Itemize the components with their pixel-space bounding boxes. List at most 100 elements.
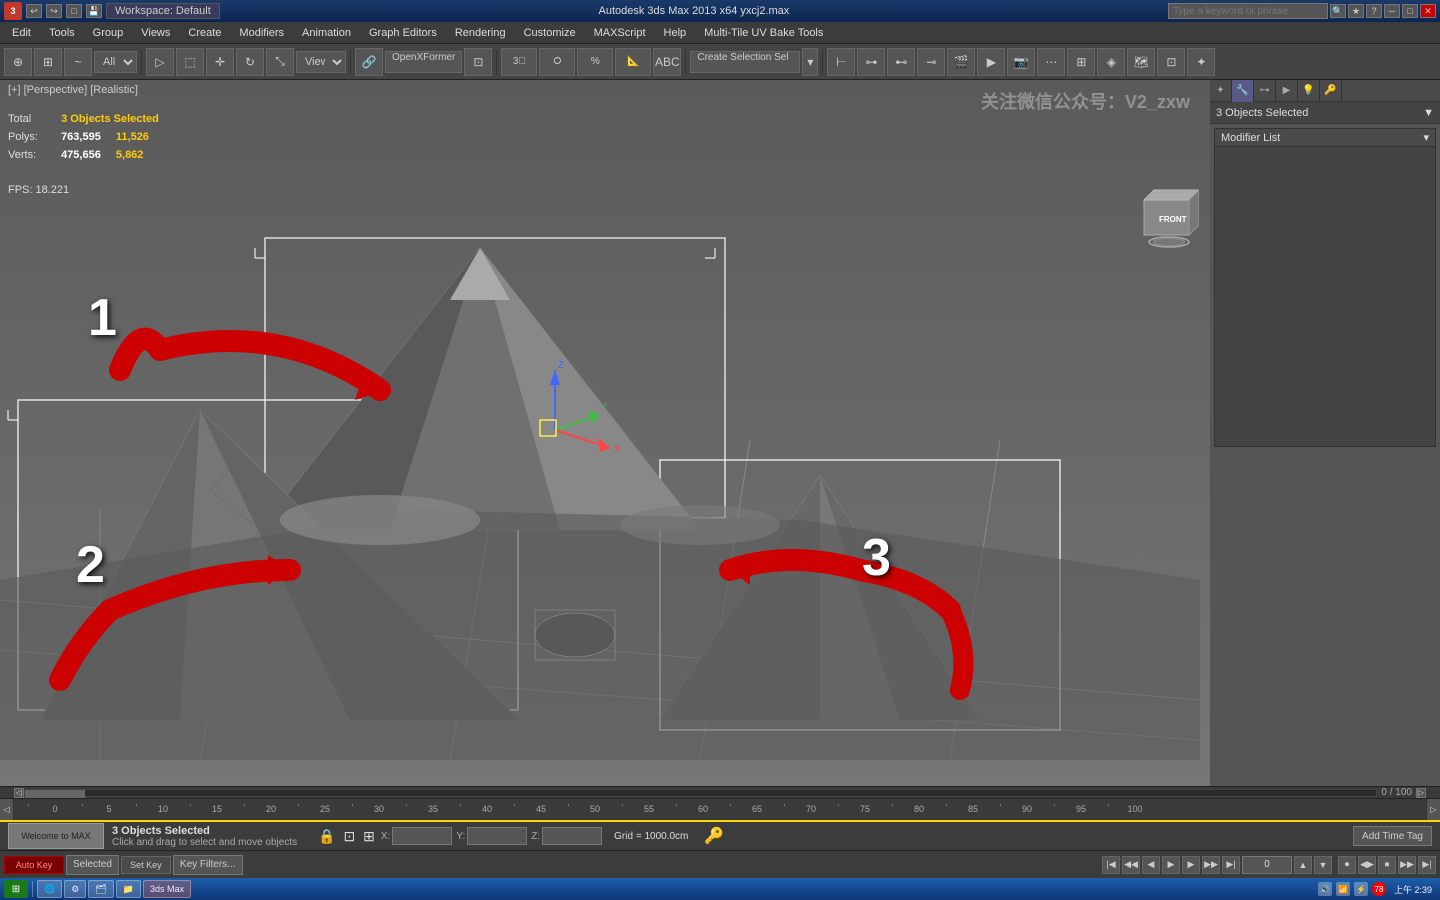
display-tab[interactable]: 💡 [1298, 80, 1320, 102]
sys-tray-icon-1[interactable]: 🔊 [1318, 882, 1332, 896]
menu-modifiers[interactable]: Modifiers [231, 25, 292, 41]
link-btn[interactable]: 🔗 [355, 48, 383, 76]
modify-tab[interactable]: 🔧 [1232, 80, 1254, 102]
notification-badge[interactable]: 78 [1372, 882, 1386, 896]
x-input[interactable] [392, 827, 452, 845]
snap-btn[interactable]: 📐 [615, 48, 651, 76]
stop-btn[interactable]: ⏹ [1378, 856, 1396, 874]
go-start-btn[interactable]: |◀ [1102, 856, 1120, 874]
go-end-btn[interactable]: ▶| [1222, 856, 1240, 874]
frame-down-btn[interactable]: ▼ [1314, 856, 1332, 874]
map-btn[interactable]: 🗺 [1127, 48, 1155, 76]
extra-btn-2[interactable]: ✦ [1187, 48, 1215, 76]
create-sel-dropdown[interactable]: ▾ [802, 48, 818, 76]
add-time-tag-btn[interactable]: Add Time Tag [1353, 826, 1432, 846]
endframe-btn[interactable]: ▶| [1418, 856, 1436, 874]
playall-btn[interactable]: ▶▶ [1398, 856, 1416, 874]
menu-views[interactable]: Views [133, 25, 178, 41]
tl-left-arrow[interactable]: ◁ [14, 788, 24, 798]
menu-edit[interactable]: Edit [4, 25, 39, 41]
menu-rendering[interactable]: Rendering [447, 25, 514, 41]
menu-group[interactable]: Group [85, 25, 132, 41]
select-mode-icon[interactable]: ⊕ [4, 48, 32, 76]
setkey-btn[interactable]: Set Key [121, 856, 171, 874]
named-sel-btn[interactable]: ABC [653, 48, 681, 76]
more-render-btns[interactable]: ⋯ [1037, 48, 1065, 76]
minimize-btn[interactable]: ─ [1384, 4, 1400, 18]
timeline-track[interactable] [24, 789, 1377, 797]
render-setup-btn[interactable]: 🎬 [947, 48, 975, 76]
ruler-left-btn[interactable]: ◁ [0, 799, 14, 821]
play-btn[interactable]: ▶ [1162, 856, 1180, 874]
prev-key-btn[interactable]: ◀◀ [1122, 856, 1140, 874]
select-region-icon[interactable]: ⊞ [34, 48, 62, 76]
y-input[interactable] [467, 827, 527, 845]
menu-animation[interactable]: Animation [294, 25, 359, 41]
pct-btn[interactable]: % [577, 48, 613, 76]
autokey-status[interactable]: Selected [66, 855, 119, 875]
modifier-list-dropdown[interactable]: Modifier List ▾ [1214, 128, 1436, 147]
menu-maxscript[interactable]: MAXScript [586, 25, 654, 41]
frame-up-btn[interactable]: ▲ [1294, 856, 1312, 874]
help-icon[interactable]: ? [1366, 4, 1382, 18]
view-dropdown[interactable]: View [296, 51, 346, 73]
openxformer-btn[interactable]: OpenXFormer [385, 51, 462, 73]
create-tab[interactable]: ✦ [1210, 80, 1232, 102]
tl-right-arrow[interactable]: ▷ [1416, 788, 1426, 798]
menu-graph-editors[interactable]: Graph Editors [361, 25, 445, 41]
rec-btn[interactable]: ⏺ [1338, 856, 1356, 874]
timeline-thumb[interactable] [25, 790, 85, 798]
taskbar-item-4[interactable]: 📁 [116, 880, 141, 898]
ruler-right-btn[interactable]: ▷ [1426, 799, 1440, 821]
workspace-label[interactable]: Workspace: Default [106, 3, 220, 19]
utilities-tab[interactable]: 🔑 [1320, 80, 1342, 102]
timeline-scrollbar[interactable]: ◁ 0 / 100 ▷ [0, 786, 1440, 798]
panel-expand-btn[interactable]: ▼ [1423, 107, 1434, 119]
search-icon[interactable]: 🔍 [1330, 4, 1346, 18]
key-filters-btn[interactable]: Key Filters... [173, 855, 243, 875]
hierarchy-tab[interactable]: ⊶ [1254, 80, 1276, 102]
xformer-icon[interactable]: ⊡ [464, 48, 492, 76]
sys-tray-icon-2[interactable]: 📶 [1336, 882, 1350, 896]
star-icon[interactable]: ★ [1348, 4, 1364, 18]
z-input[interactable] [542, 827, 602, 845]
motion-tab[interactable]: ▶ [1276, 80, 1298, 102]
lock-y-icon[interactable]: ⊡ [343, 828, 355, 845]
toolbar-icon-1[interactable]: □ [66, 4, 82, 18]
toolbar-icon-2[interactable]: 💾 [86, 4, 102, 18]
hierarchy-btn[interactable]: ⊢ [827, 48, 855, 76]
create-selection-btn[interactable]: Create Selection Sel [690, 51, 800, 73]
menu-multitile[interactable]: Multi-Tile UV Bake Tools [696, 25, 831, 41]
maximize-btn[interactable]: □ [1402, 4, 1418, 18]
layer-btn[interactable]: ⊞ [1067, 48, 1095, 76]
render-btn[interactable]: ▶ [977, 48, 1005, 76]
move-btn[interactable]: ✛ [206, 48, 234, 76]
extra-btn-1[interactable]: ⊡ [1157, 48, 1185, 76]
menu-tools[interactable]: Tools [41, 25, 83, 41]
scale-btn[interactable]: ⤡ [266, 48, 294, 76]
undo-btn[interactable]: ↩ [26, 4, 42, 18]
viewport-area[interactable]: [+] [Perspective] [Realistic] 关注微信公众号：V2… [0, 80, 1210, 900]
lasso-icon[interactable]: ~ [64, 48, 92, 76]
utilities-btn[interactable]: ⊸ [917, 48, 945, 76]
menu-create[interactable]: Create [180, 25, 229, 41]
motion-btn[interactable]: ⊶ [857, 48, 885, 76]
search-input[interactable] [1168, 3, 1328, 19]
display-btn[interactable]: ⊷ [887, 48, 915, 76]
deg-1-btn[interactable]: 3⃣ [501, 48, 537, 76]
redo-btn[interactable]: ↪ [46, 4, 62, 18]
taskbar-item-1[interactable]: 🌐 [37, 880, 62, 898]
render-frame-btn[interactable]: 📷 [1007, 48, 1035, 76]
filter-dropdown[interactable]: All [94, 51, 137, 73]
menu-help[interactable]: Help [656, 25, 695, 41]
rotate-btn[interactable]: ↻ [236, 48, 264, 76]
view-cube[interactable]: FRONT [1134, 180, 1194, 240]
menu-customize[interactable]: Customize [516, 25, 584, 41]
play-bk-btn[interactable]: ◀▶ [1358, 856, 1376, 874]
deg-2-btn[interactable]: ⭘ [539, 48, 575, 76]
lock-z-icon[interactable]: ⊞ [363, 828, 375, 845]
select-region-btn[interactable]: ⬚ [176, 48, 204, 76]
taskbar-3dsmax[interactable]: 3ds Max [143, 880, 191, 898]
next-frame-btn[interactable]: ▶ [1182, 856, 1200, 874]
taskbar-item-2[interactable]: ⚙ [64, 880, 86, 898]
